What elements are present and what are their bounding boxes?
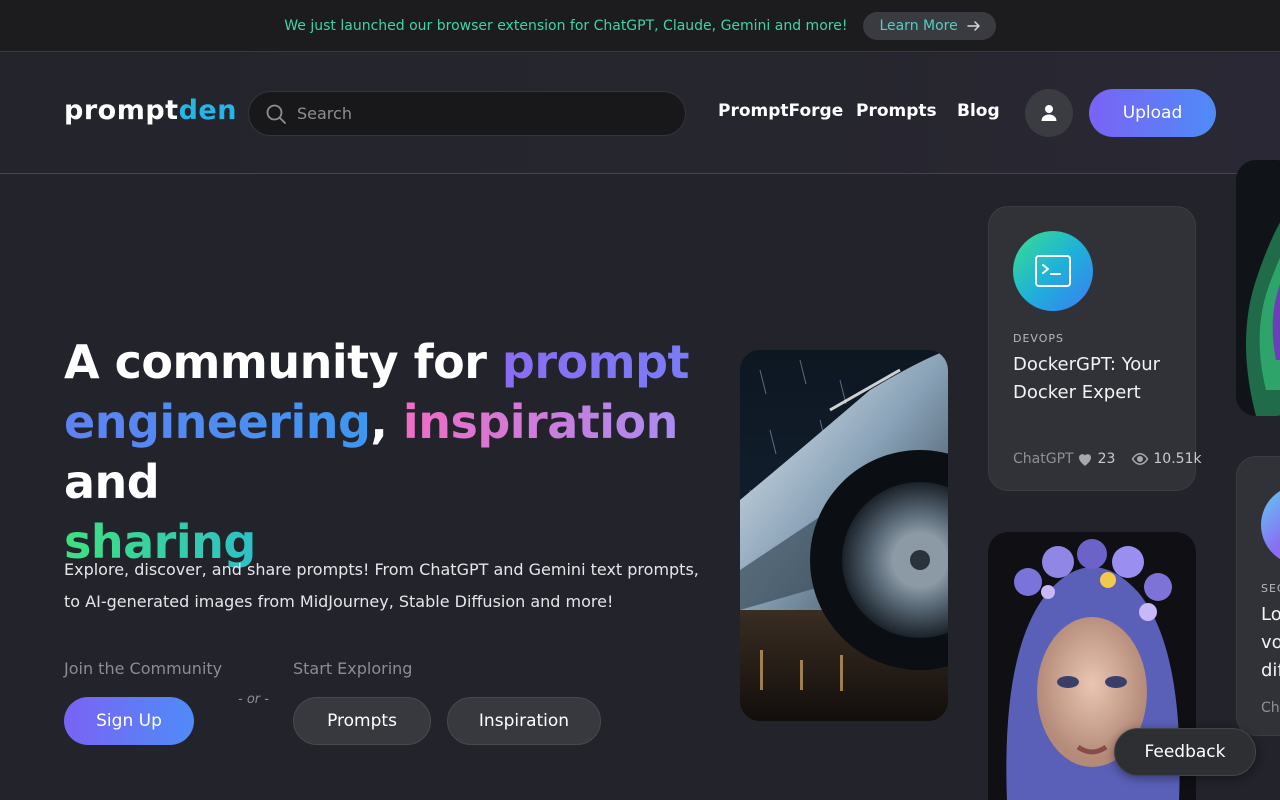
join-community-label: Join the Community <box>64 659 223 678</box>
search-input[interactable] <box>297 104 657 123</box>
prompt-card-views: 10.51k <box>1153 451 1202 467</box>
search-bar[interactable] <box>248 91 686 136</box>
upload-button[interactable]: Upload <box>1089 89 1216 137</box>
inspiration-button[interactable]: Inspiration <box>447 697 601 745</box>
hero-title-part: A community for <box>64 335 502 389</box>
nav-prompts[interactable]: Prompts <box>856 101 937 121</box>
feedback-button[interactable]: Feedback <box>1114 728 1256 776</box>
prompt-card-title: DockerGPT: Your Docker Expert <box>1013 354 1161 403</box>
hero-title-accent: prompt <box>501 335 690 389</box>
car-image <box>740 350 948 721</box>
prompt-card-avatar <box>1013 231 1093 311</box>
logo-part-prompt: prompt <box>64 95 179 126</box>
prompt-card-avatar <box>1261 485 1280 565</box>
prompt-card-meta: ChatGPT 23 10.51k <box>1013 450 1202 468</box>
car-image-card[interactable] <box>740 350 948 721</box>
prompt-card-likes: 23 <box>1097 451 1116 467</box>
prompt-card-category: SEC <box>1261 582 1280 595</box>
terminal-icon <box>1035 255 1071 287</box>
prompt-card[interactable]: DEVOPS DockerGPT: Your Docker Expert Cha… <box>988 206 1202 491</box>
heart-icon <box>1078 454 1091 466</box>
prompt-card-model: ChatGPT <box>1013 451 1074 467</box>
prompt-card-title: Lo vo dif <box>1261 604 1280 681</box>
prompts-button[interactable]: Prompts <box>293 697 431 745</box>
eye-icon <box>1132 452 1149 466</box>
prompt-card-model: Cha <box>1261 700 1280 716</box>
prompt-card-partial[interactable]: SEC Lo vo dif Cha <box>1236 456 1280 736</box>
sign-up-button[interactable]: Sign Up <box>64 697 194 745</box>
arrow-right-icon <box>966 20 980 31</box>
hero-description: Explore, discover, and share prompts! Fr… <box>64 560 699 611</box>
nav-promptforge[interactable]: PromptForge <box>718 101 843 121</box>
hero-title-part: and <box>64 455 160 509</box>
learn-more-label: Learn More <box>879 17 958 34</box>
parrot-image-card[interactable] <box>1236 160 1280 416</box>
hero-title-accent: engineering <box>64 395 371 449</box>
hero-title-part: , <box>370 395 388 449</box>
search-icon <box>266 104 286 124</box>
learn-more-button[interactable]: Learn More <box>863 11 996 40</box>
logo[interactable]: promptden <box>64 95 237 126</box>
start-exploring-label: Start Exploring <box>293 659 413 678</box>
user-icon <box>1041 105 1057 121</box>
or-separator: - or - <box>238 692 269 707</box>
parrot-image <box>1236 160 1280 416</box>
hero-title: A community for prompt engineering, insp… <box>64 332 724 572</box>
prompt-card-category: DEVOPS <box>1013 332 1065 345</box>
announcement-text: We just launched our browser extension f… <box>284 17 848 34</box>
nav-blog[interactable]: Blog <box>957 101 1000 121</box>
logo-part-den: den <box>178 95 237 126</box>
announcement-bar: We just launched our browser extension f… <box>0 0 1280 52</box>
hero-title-accent: inspiration <box>402 395 678 449</box>
site-header: promptden PromptForge Prompts Blog Uploa… <box>0 53 1280 174</box>
user-avatar-button[interactable] <box>1025 89 1073 137</box>
